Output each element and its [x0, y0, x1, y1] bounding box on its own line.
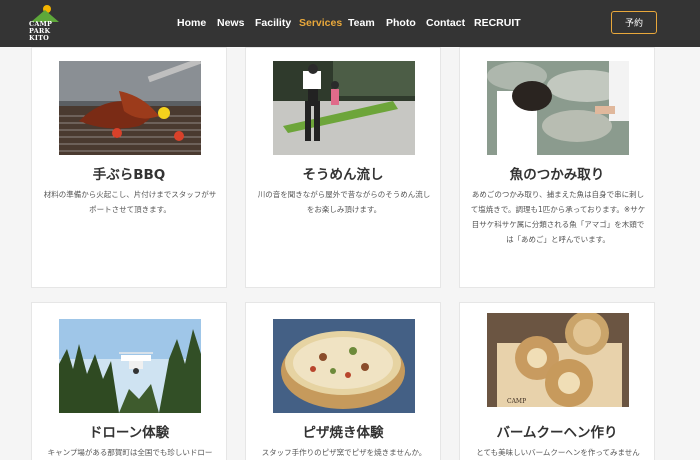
reserve-button[interactable]: 予約 [611, 11, 657, 34]
nav-news[interactable]: News [217, 17, 244, 29]
service-card-fish[interactable]: 魚のつかみ取り あめごのつかみ取り、捕まえた魚は自身で串に刺して塩焼きで。調理も… [459, 47, 655, 288]
card-title: 手ぶらBBQ [92, 167, 166, 183]
nav-facility[interactable]: Facility [255, 17, 291, 29]
card-title: 魚のつかみ取り [509, 167, 605, 183]
pizza-photo [273, 319, 415, 413]
nav-photo[interactable]: Photo [386, 17, 416, 29]
service-card-baumkuchen[interactable]: CAMP バームクーヘン作り とても美味しいバームクーヘンを作ってみません [459, 302, 655, 460]
card-description: とても美味しいバームクーヘンを作ってみません [476, 448, 640, 457]
service-card-drone[interactable]: ドローン体験 キャンプ場がある那賀町は全国でも珍しいドロー [31, 302, 227, 460]
nav-team[interactable]: Team [348, 17, 375, 29]
camp-park-kito-logo[interactable]: CAMP PARK KITO [29, 4, 63, 42]
nav-recruit[interactable]: RECRUIT [474, 17, 521, 29]
service-card-somen[interactable]: そうめん流し 川の音を聞きながら屋外で昔ながらのそうめん流しをお楽しみ頂けます。 [245, 47, 441, 288]
baumkuchen-photo: CAMP [487, 313, 629, 407]
card-description: あめごのつかみ取り、捕まえた魚は自身で串に刺して塩焼きで。調理も1匹から承ってお… [470, 190, 646, 244]
card-description: キャンプ場がある那賀町は全国でも珍しいドロー [47, 448, 213, 457]
nav-contact[interactable]: Contact [426, 17, 465, 29]
site-header: CAMP PARK KITO Home News Facility Servic… [0, 0, 700, 47]
service-card-pizza[interactable]: ピザ焼き体験 スタッフ手作りのピザ窯でピザを焼きませんか。 [245, 302, 441, 460]
card-description: 材料の準備から火起こし、片付けまでスタッフがサポートさせて頂きます。 [43, 190, 217, 214]
somen-photo [273, 61, 415, 155]
drone-photo [59, 319, 201, 413]
bbq-photo [59, 61, 201, 155]
card-description: スタッフ手作りのピザ窯でピザを焼きませんか。 [261, 448, 427, 457]
svg-text:CAMP: CAMP [507, 398, 526, 405]
nav-services[interactable]: Services [299, 17, 342, 29]
card-title: そうめん流し [302, 167, 384, 183]
card-description: 川の音を聞きながら屋外で昔ながらのそうめん流しをお楽しみ頂けます。 [257, 190, 431, 214]
service-card-bbq[interactable]: 手ぶらBBQ 材料の準備から火起こし、片付けまでスタッフがサポートさせて頂きます… [31, 47, 227, 288]
nav-home[interactable]: Home [177, 17, 206, 29]
card-title: ピザ焼き体験 [302, 425, 384, 441]
card-title: バームクーヘン作り [496, 425, 618, 441]
fish-catching-photo [487, 61, 629, 155]
logo-text: CAMP PARK KITO [29, 20, 53, 42]
card-title: ドローン体験 [88, 425, 170, 441]
